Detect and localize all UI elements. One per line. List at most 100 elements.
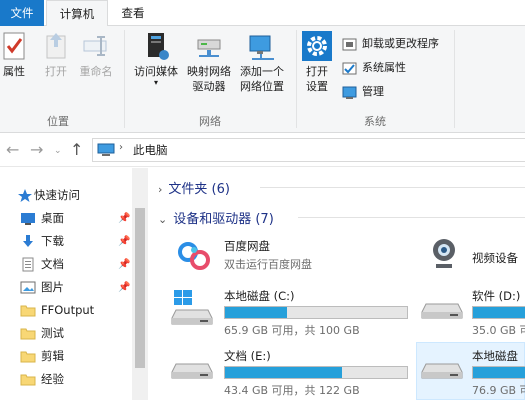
open-button[interactable]: 打开 xyxy=(38,30,74,79)
chevron-down-icon: ⌄ xyxy=(158,213,168,226)
drive-usage-fill xyxy=(225,367,343,378)
nav-item-experience[interactable]: 经验 xyxy=(0,368,132,391)
network-group: 访问媒体 ▾ 映射网络 驱动器 添加一个 网络位置 网络 xyxy=(128,26,292,133)
pin-icon[interactable]: 📌 xyxy=(118,253,130,276)
map-drive-label-1: 映射网络 xyxy=(187,65,231,78)
nav-item-downloads[interactable]: 下载 📌 xyxy=(0,230,132,253)
media-server-icon xyxy=(140,30,172,62)
forward-arrow-icon[interactable]: → xyxy=(30,140,43,159)
documents-icon xyxy=(20,257,36,272)
ribbon-tabbar: 文件 计算机 查看 xyxy=(0,0,525,27)
open-settings-button[interactable]: 打开 设置 xyxy=(300,30,334,94)
drive-icon xyxy=(420,298,464,334)
tab-computer[interactable]: 计算机 xyxy=(46,0,108,27)
breadcrumb-this-pc[interactable]: 此电脑 xyxy=(133,142,168,158)
up-arrow-icon[interactable]: ↑ xyxy=(70,140,83,159)
system-properties-label: 系统属性 xyxy=(362,61,406,74)
nav-item-ffoutput[interactable]: FFOutput xyxy=(0,299,132,322)
uninstall-label: 卸载或更改程序 xyxy=(362,37,439,50)
nav-item-clips[interactable]: 剪辑 xyxy=(0,345,132,368)
drive-icon xyxy=(420,358,464,394)
open-icon xyxy=(40,30,72,62)
tile-drive-c[interactable]: 本地磁盘 (C:) 65.9 GB 可用，共 100 GB xyxy=(170,286,410,338)
nav-item-test[interactable]: 测试 xyxy=(0,322,132,345)
folders-section-header[interactable]: › 文件夹 (6) xyxy=(158,178,230,197)
tile-subtitle: 双击运行百度网盘 xyxy=(224,258,312,271)
nav-quick-access-label: 快速访问 xyxy=(34,188,80,202)
navigation-pane: 快速访问 桌面 📌 下载 📌 文档 📌 图片 📌 FFOutput 测试 剪辑 … xyxy=(0,168,148,400)
back-arrow-icon[interactable]: ← xyxy=(6,140,19,159)
tile-video-device[interactable]: 视频设备 xyxy=(426,234,525,280)
settings-gear-icon xyxy=(301,30,333,62)
network-group-label: 网络 xyxy=(199,115,221,128)
nav-item-pictures[interactable]: 图片 📌 xyxy=(0,276,132,299)
access-media-button[interactable]: 访问媒体 ▾ xyxy=(130,30,182,87)
devices-section-title: 设备和驱动器 (7) xyxy=(173,212,274,227)
devices-section-header[interactable]: ⌄ 设备和驱动器 (7) xyxy=(158,208,274,227)
open-settings-label-2: 设置 xyxy=(306,80,328,93)
nav-item-label: FFOutput xyxy=(41,303,95,317)
tile-drive-d[interactable]: 软件 (D:) 35.0 GB 可用 xyxy=(420,286,525,338)
tile-name: 文档 (E:) xyxy=(224,349,271,363)
tab-file[interactable]: 文件 xyxy=(0,0,44,26)
drive-icon xyxy=(170,358,214,394)
tile-subtitle: 76.9 GB 可用 xyxy=(472,384,525,397)
group-divider xyxy=(296,30,297,128)
rename-label: 重命名 xyxy=(79,65,113,78)
manage-button[interactable]: 管理 xyxy=(342,82,384,104)
breadcrumb-chevron-icon[interactable]: › xyxy=(119,142,123,153)
location-group: 属性 打开 重命名 位置 xyxy=(0,26,116,133)
tile-subtitle: 43.4 GB 可用，共 122 GB xyxy=(224,384,360,397)
uninstall-program-button[interactable]: 卸载或更改程序 xyxy=(342,34,439,56)
manage-icon xyxy=(342,85,357,100)
system-properties-icon xyxy=(342,61,357,76)
address-field[interactable]: › 此电脑 xyxy=(92,138,525,162)
properties-button[interactable]: 属性 xyxy=(0,30,28,79)
folder-icon xyxy=(20,303,36,318)
system-properties-button[interactable]: 系统属性 xyxy=(342,58,406,80)
nav-scrollbar[interactable] xyxy=(132,168,148,400)
group-divider xyxy=(454,30,455,128)
pin-icon[interactable]: 📌 xyxy=(118,276,130,299)
properties-icon xyxy=(0,30,32,62)
map-drive-label-2: 驱动器 xyxy=(192,80,226,93)
tile-baidu-netdisk[interactable]: 百度网盘 双击运行百度网盘 xyxy=(170,234,410,280)
desktop-icon xyxy=(20,211,36,226)
tile-name: 软件 (D:) xyxy=(472,289,521,303)
add-network-location-button[interactable]: 添加一个 网络位置 xyxy=(236,30,288,94)
recent-locations-icon[interactable]: ⌄ xyxy=(54,146,62,156)
pin-icon[interactable]: 📌 xyxy=(118,230,130,253)
location-group-label: 位置 xyxy=(47,115,69,128)
nav-item-documents[interactable]: 文档 📌 xyxy=(0,253,132,276)
nav-item-desktop[interactable]: 桌面 📌 xyxy=(0,207,132,230)
map-network-drive-button[interactable]: 映射网络 驱动器 xyxy=(184,30,234,94)
drive-usage-fill xyxy=(225,307,288,318)
webcam-icon xyxy=(426,236,462,272)
this-pc-icon xyxy=(97,143,115,156)
tile-drive-e[interactable]: 文档 (E:) 43.4 GB 可用，共 122 GB xyxy=(170,344,410,398)
nav-quick-access[interactable]: 快速访问 xyxy=(0,184,132,207)
pin-icon[interactable]: 📌 xyxy=(118,207,130,230)
system-group-label: 系统 xyxy=(364,115,386,128)
nav-scrollbar-thumb[interactable] xyxy=(135,208,145,368)
star-icon xyxy=(17,188,33,203)
nav-item-label: 剪辑 xyxy=(41,349,64,363)
section-divider xyxy=(260,187,525,188)
tile-name: 百度网盘 xyxy=(224,239,270,253)
baidu-netdisk-icon xyxy=(172,238,216,274)
tile-name: 视频设备 xyxy=(472,251,518,265)
drive-usage-bar xyxy=(224,366,408,379)
access-media-label: 访问媒体 xyxy=(134,65,178,78)
properties-label: 属性 xyxy=(3,65,25,78)
tile-local-drive[interactable]: 本地磁盘 76.9 GB 可用 xyxy=(420,344,525,398)
tab-view[interactable]: 查看 xyxy=(110,0,156,26)
folder-icon xyxy=(20,349,36,364)
system-group: 打开 设置 卸载或更改程序 系统属性 管理 系统 xyxy=(300,26,450,133)
folder-icon xyxy=(20,326,36,341)
ribbon: 属性 打开 重命名 位置 访问媒体 ▾ 映射网络 驱动器 添加一个 网络位置 网… xyxy=(0,26,525,133)
rename-button[interactable]: 重命名 xyxy=(76,30,116,79)
open-settings-label-1: 打开 xyxy=(306,65,328,78)
tile-subtitle: 35.0 GB 可用 xyxy=(472,324,525,337)
drive-usage-fill xyxy=(473,307,525,318)
dropdown-arrow-icon: ▾ xyxy=(153,78,158,87)
